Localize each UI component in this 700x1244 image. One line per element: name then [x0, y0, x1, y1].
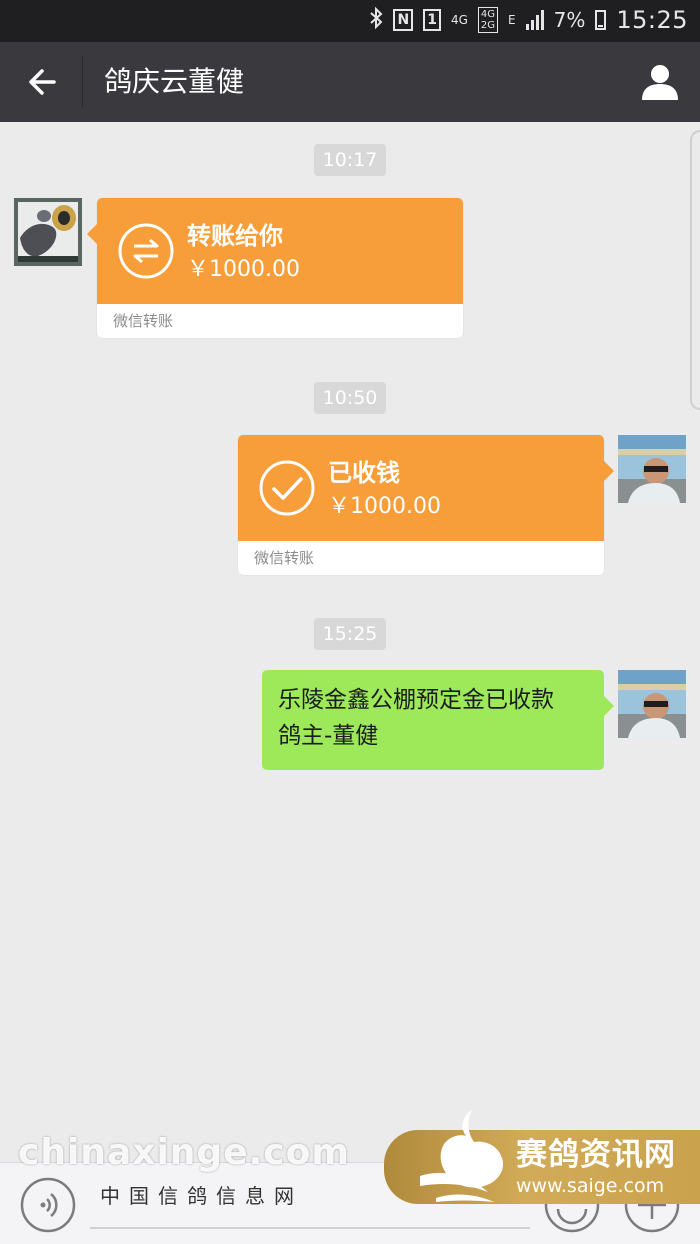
back-arrow-icon — [29, 69, 56, 95]
bluetooth-icon — [369, 6, 383, 34]
watermark-site-name: 中国信鸽信息网 — [100, 1184, 303, 1208]
header-divider — [82, 56, 83, 108]
status-bar: N 1 4G 4G 2G E 7% 15:25 — [0, 0, 700, 42]
4g-icon: 4G — [450, 13, 468, 27]
network-label-bottom: 2G — [480, 20, 495, 31]
transfer-title: 转账给你 — [187, 222, 283, 250]
my-avatar[interactable] — [618, 670, 686, 738]
network-label-top: 4G — [480, 9, 495, 20]
watermark-url: www.saige.com — [516, 1175, 665, 1197]
transfer-title: 已收钱 — [328, 459, 400, 487]
network-icon: 4G 2G — [477, 7, 498, 33]
message-text-line: 乐陵金鑫公棚预定金已收款 — [278, 687, 554, 713]
e-icon: E — [508, 13, 516, 27]
transfer-card-incoming[interactable]: 转账给你 ￥1000.00 微信转账 — [87, 198, 463, 338]
person-icon — [642, 65, 678, 100]
transfer-amount: ￥1000.00 — [328, 494, 441, 519]
status-icons: N 1 4G 4G 2G E 7% 15:25 — [369, 6, 688, 34]
battery-icon — [595, 10, 607, 30]
text-message-bubble[interactable]: 乐陵金鑫公棚预定金已收款 鸽主-董健 — [262, 670, 614, 770]
chat-header: 鸽庆云董健 — [0, 42, 700, 122]
back-button[interactable] — [20, 60, 64, 104]
signal-icon — [525, 10, 544, 30]
watermark-brand: 赛鸽资讯网 — [516, 1137, 676, 1173]
timestamp: 10:50 — [314, 382, 386, 414]
my-avatar[interactable] — [618, 435, 686, 503]
chat-title: 鸽庆云董健 — [104, 65, 245, 98]
timestamp: 10:17 — [314, 144, 386, 176]
bubble-tail — [87, 224, 97, 244]
watermark-domain: chinaxinge.com — [18, 1132, 350, 1173]
clock: 15:25 — [616, 6, 688, 34]
message-text-line: 鸽主-董健 — [278, 723, 379, 749]
nfc-icon: N — [393, 9, 414, 31]
sim1-icon: 1 — [423, 9, 441, 31]
transfer-amount: ￥1000.00 — [187, 257, 300, 282]
transfer-footer: 微信转账 — [254, 549, 315, 567]
message-list[interactable]: 10:17 转账给你 ￥1000.00 微信转账 10:50 已收钱 ￥1000… — [0, 122, 700, 1162]
contact-avatar[interactable] — [14, 198, 82, 266]
timestamp: 15:25 — [314, 618, 386, 650]
chat-info-button[interactable] — [638, 60, 682, 104]
check-circle-icon — [259, 460, 315, 516]
watermark-chinaxinge: chinaxinge.com 中国信鸽信息网 — [18, 1132, 349, 1212]
bubble-tail — [604, 696, 614, 716]
transfer-card-body: 转账给你 ￥1000.00 — [87, 198, 463, 304]
transfer-card-body: 已收钱 ￥1000.00 — [238, 435, 614, 541]
watermark-saige: 赛鸽资讯网 www.saige.com — [384, 1110, 700, 1204]
transfer-arrows-icon — [118, 223, 174, 279]
transfer-card-received[interactable]: 已收钱 ￥1000.00 微信转账 — [238, 435, 614, 575]
bubble-tail — [604, 461, 614, 481]
transfer-footer: 微信转账 — [113, 312, 174, 330]
battery-percent: 7% — [553, 8, 586, 32]
message-input[interactable] — [90, 1227, 530, 1229]
pigeon-logo-icon — [420, 1110, 504, 1202]
edge-panel-handle[interactable] — [690, 130, 700, 410]
